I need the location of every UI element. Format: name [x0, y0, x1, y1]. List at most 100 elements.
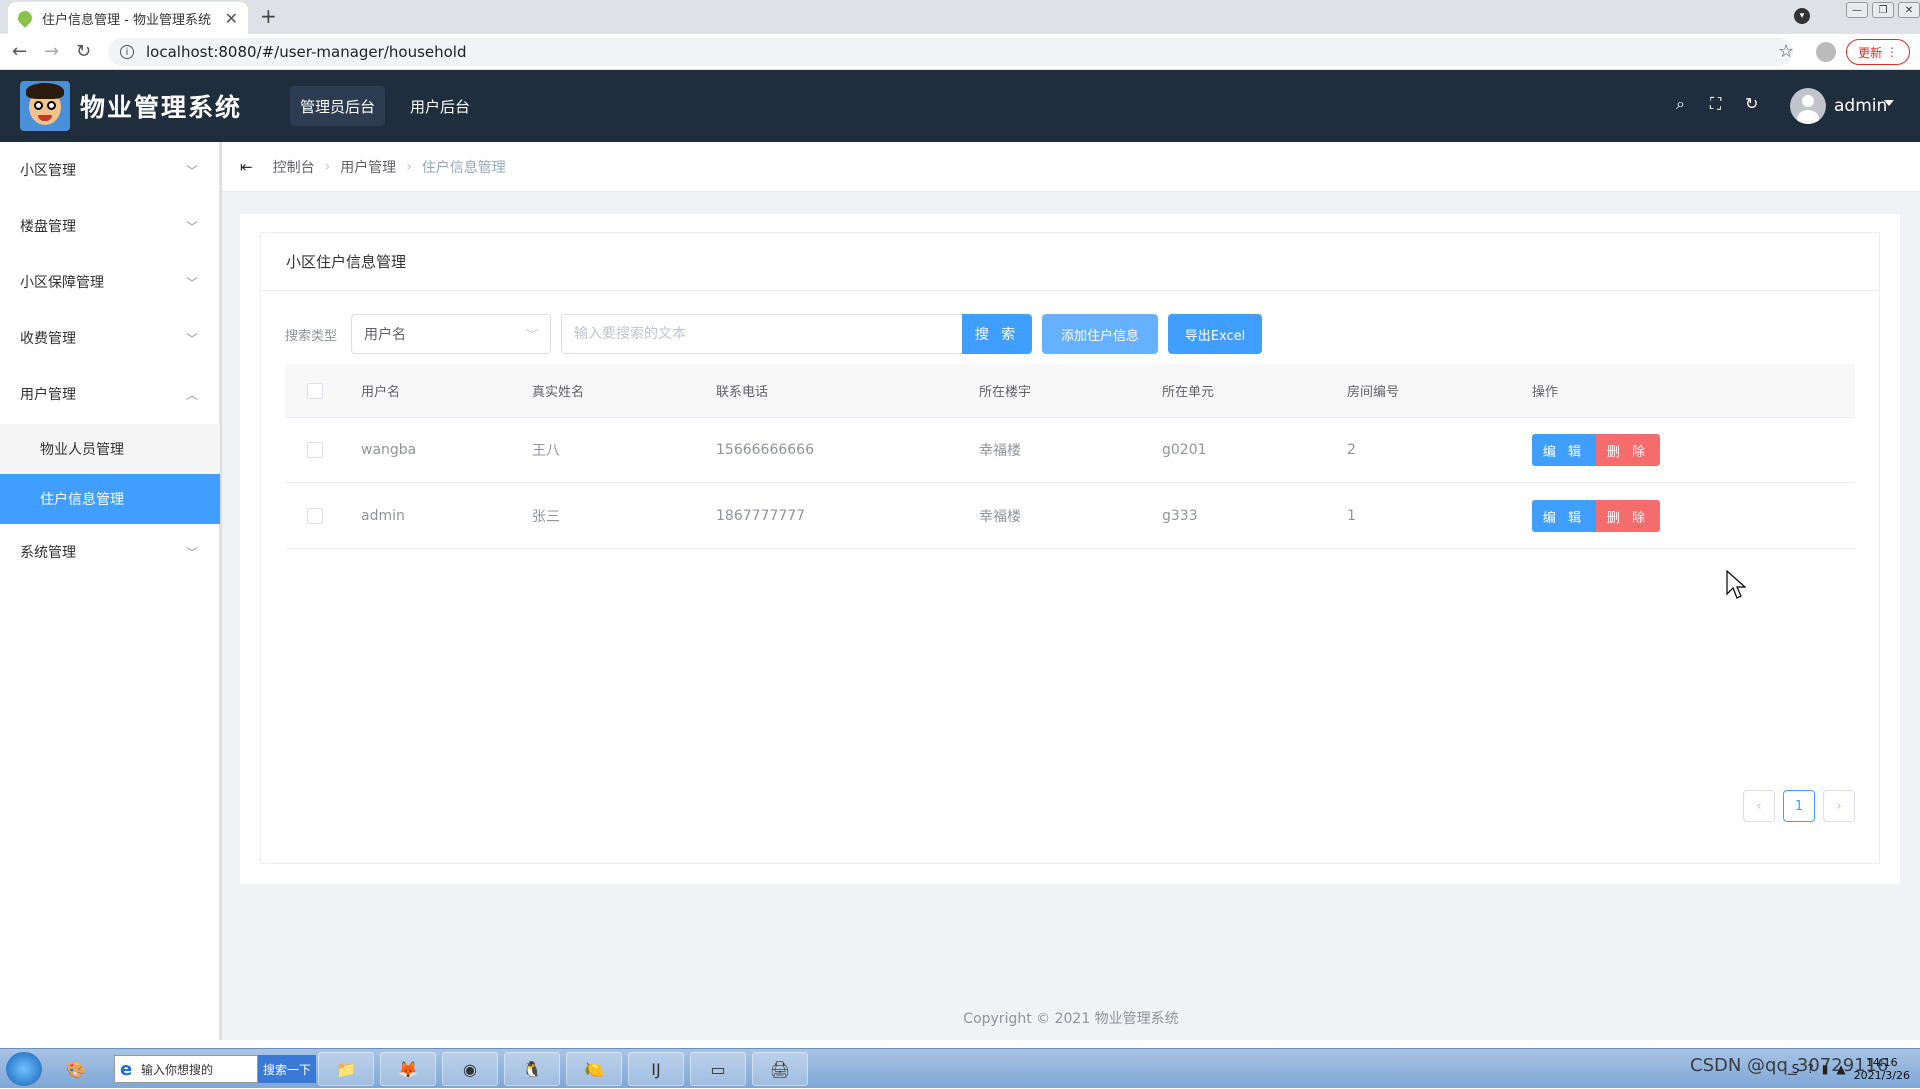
breadcrumb-user-mgmt[interactable]: 用户管理: [340, 157, 396, 177]
terminal-icon[interactable]: ▭: [690, 1052, 746, 1086]
cell-building: 幸福楼: [979, 509, 1021, 525]
tab-search-icon[interactable]: ▾: [1794, 8, 1810, 24]
search-icon[interactable]: ⌕: [1676, 94, 1685, 114]
col-actions: 操作: [1532, 385, 1559, 400]
prev-page-button[interactable]: ‹: [1743, 790, 1775, 822]
app-icon-4[interactable]: 🖨: [752, 1052, 808, 1086]
col-phone: 联系电话: [716, 385, 769, 400]
reload-icon[interactable]: ↻: [76, 41, 91, 62]
search-input[interactable]: [561, 314, 963, 354]
account-icon[interactable]: [1816, 42, 1836, 62]
breadcrumb: ⇤ 控制台 › 用户管理 › 住户信息管理: [222, 142, 1920, 192]
row-checkbox[interactable]: [307, 484, 323, 548]
window-controls: — ❐ ✕: [1846, 0, 1920, 20]
chevron-down-icon: ﹀: [185, 545, 198, 560]
avatar[interactable]: [1790, 88, 1826, 124]
next-page-button[interactable]: ›: [1823, 790, 1855, 822]
col-username: 用户名: [361, 385, 401, 400]
nav-user[interactable]: 用户后台: [400, 86, 480, 126]
delete-button[interactable]: 删 除: [1596, 434, 1660, 466]
os-taskbar: 🎨 e 输入你想搜的 搜索一下 📁 🦊 ◉ 🐧 🍋 IJ ▭ 🖨 S ? ▮ ▲…: [0, 1048, 1920, 1088]
cell-username: admin: [361, 508, 405, 524]
edit-button[interactable]: 编 辑: [1532, 434, 1596, 466]
app-icon-2[interactable]: 🐧: [504, 1052, 560, 1086]
fullscreen-icon[interactable]: ⛶: [1710, 94, 1721, 114]
app-icon-3[interactable]: 🍋: [566, 1052, 622, 1086]
browser-tabbar: 住户信息管理 - 物业管理系统 ✕ + ▾ — ❐ ✕: [0, 0, 1920, 34]
cell-phone: 15666666666: [716, 442, 814, 458]
cell-phone: 1867777777: [716, 508, 806, 524]
search-type-label: 搜索类型: [285, 329, 338, 344]
url-text: localhost:8080/#/user-manager/household: [146, 43, 467, 61]
refresh-icon[interactable]: ↻: [1745, 94, 1758, 113]
caret-down-icon[interactable]: [1884, 100, 1894, 106]
new-tab-icon[interactable]: +: [260, 4, 277, 28]
sidebar-item-community[interactable]: 小区管理 ﹀: [0, 142, 220, 198]
export-excel-button[interactable]: 导出Excel: [1168, 314, 1262, 354]
sidebar-item-billing[interactable]: 收费管理 ﹀: [0, 310, 220, 366]
app-icon-1[interactable]: 🎨: [54, 1052, 98, 1086]
chevron-down-icon: ﹀: [525, 327, 538, 342]
col-unit: 所在单元: [1162, 385, 1215, 400]
chevron-down-icon: ﹀: [185, 275, 198, 290]
breadcrumb-current: 住户信息管理: [421, 159, 506, 176]
search-type-select[interactable]: 用户名 ﹀: [351, 314, 551, 354]
page-1-button[interactable]: 1: [1783, 790, 1815, 822]
ie-icon: e: [120, 1059, 133, 1080]
sidebar-item-buildings[interactable]: 楼盘管理 ﹀: [0, 198, 220, 254]
user-name[interactable]: admin: [1834, 96, 1887, 116]
close-icon[interactable]: ✕: [225, 9, 238, 28]
sidebar-item-security[interactable]: 小区保障管理 ﹀: [0, 254, 220, 310]
row-actions: 编 辑 删 除: [1532, 484, 1660, 548]
intellij-icon[interactable]: IJ: [628, 1052, 684, 1086]
window-close-icon[interactable]: ✕: [1898, 2, 1920, 18]
app-title: 物业管理系统: [80, 93, 243, 122]
sidebar-item-households[interactable]: 住户信息管理: [0, 474, 220, 524]
cell-room: 1: [1347, 508, 1356, 524]
cell-username: wangba: [361, 442, 417, 458]
sidebar: 小区管理 ﹀ 楼盘管理 ﹀ 小区保障管理 ﹀ 收费管理 ﹀ 用户管理 ︿ 物业人员管理 住…: [0, 142, 220, 1040]
minimize-icon[interactable]: —: [1846, 2, 1868, 18]
taskbar-search-button[interactable]: 搜索一下: [258, 1055, 316, 1083]
taskbar-search-input[interactable]: e 输入你想搜的: [114, 1055, 258, 1083]
back-icon[interactable]: ←: [12, 41, 27, 62]
address-toolbar: ← → ↻ i localhost:8080/#/user-manager/ho…: [0, 34, 1920, 70]
explorer-icon[interactable]: 📁: [318, 1052, 374, 1086]
col-realname: 真实姓名: [532, 385, 585, 400]
url-field[interactable]: i localhost:8080/#/user-manager/househol…: [108, 38, 1793, 66]
row-checkbox[interactable]: [307, 418, 323, 482]
sidebar-item-users[interactable]: 用户管理 ︿: [0, 366, 220, 422]
cell-unit: g0201: [1162, 442, 1207, 458]
sidebar-item-staff[interactable]: 物业人员管理: [0, 424, 220, 474]
chevron-right-icon: ›: [324, 158, 331, 175]
add-household-button[interactable]: 添加住户信息: [1042, 314, 1158, 354]
delete-button[interactable]: 删 除: [1596, 500, 1660, 532]
chrome-icon[interactable]: ◉: [442, 1052, 498, 1086]
cell-room: 2: [1347, 442, 1356, 458]
row-actions: 编 辑 删 除: [1532, 418, 1660, 482]
restore-icon[interactable]: ❐: [1872, 2, 1894, 18]
leaf-icon: [15, 8, 35, 28]
chevron-right-icon: ›: [406, 158, 412, 175]
forward-icon[interactable]: →: [44, 41, 59, 62]
start-button[interactable]: [6, 1052, 42, 1086]
edit-button[interactable]: 编 辑: [1532, 500, 1596, 532]
card-title: 小区住户信息管理: [261, 233, 1879, 291]
nav-admin[interactable]: 管理员后台: [290, 86, 386, 126]
select-all-checkbox[interactable]: [307, 364, 323, 417]
search-button[interactable]: 搜 索: [962, 314, 1032, 354]
collapse-menu-icon[interactable]: ⇤: [240, 158, 253, 176]
firefox-icon[interactable]: 🦊: [380, 1052, 436, 1086]
info-icon[interactable]: i: [120, 45, 134, 59]
mouse-cursor-icon: [1726, 570, 1746, 599]
chevron-down-icon: ﹀: [185, 331, 198, 346]
table-row: admin 张三 1867777777 幸福楼 g333 1 编 辑 删 除: [285, 484, 1855, 549]
table-row: wangba 王八 15666666666 幸福楼 g0201 2 编 辑 删 …: [285, 418, 1855, 483]
cell-unit: g333: [1162, 508, 1198, 524]
update-button[interactable]: 更新 ⋮: [1846, 39, 1910, 65]
browser-tab[interactable]: 住户信息管理 - 物业管理系统 ✕: [8, 2, 248, 34]
breadcrumb-dashboard[interactable]: 控制台: [273, 157, 315, 177]
sidebar-item-system[interactable]: 系统管理 ﹀: [0, 524, 220, 580]
bookmark-star-icon[interactable]: ☆: [1778, 41, 1794, 62]
tab-title: 住户信息管理 - 物业管理系统: [42, 12, 211, 28]
